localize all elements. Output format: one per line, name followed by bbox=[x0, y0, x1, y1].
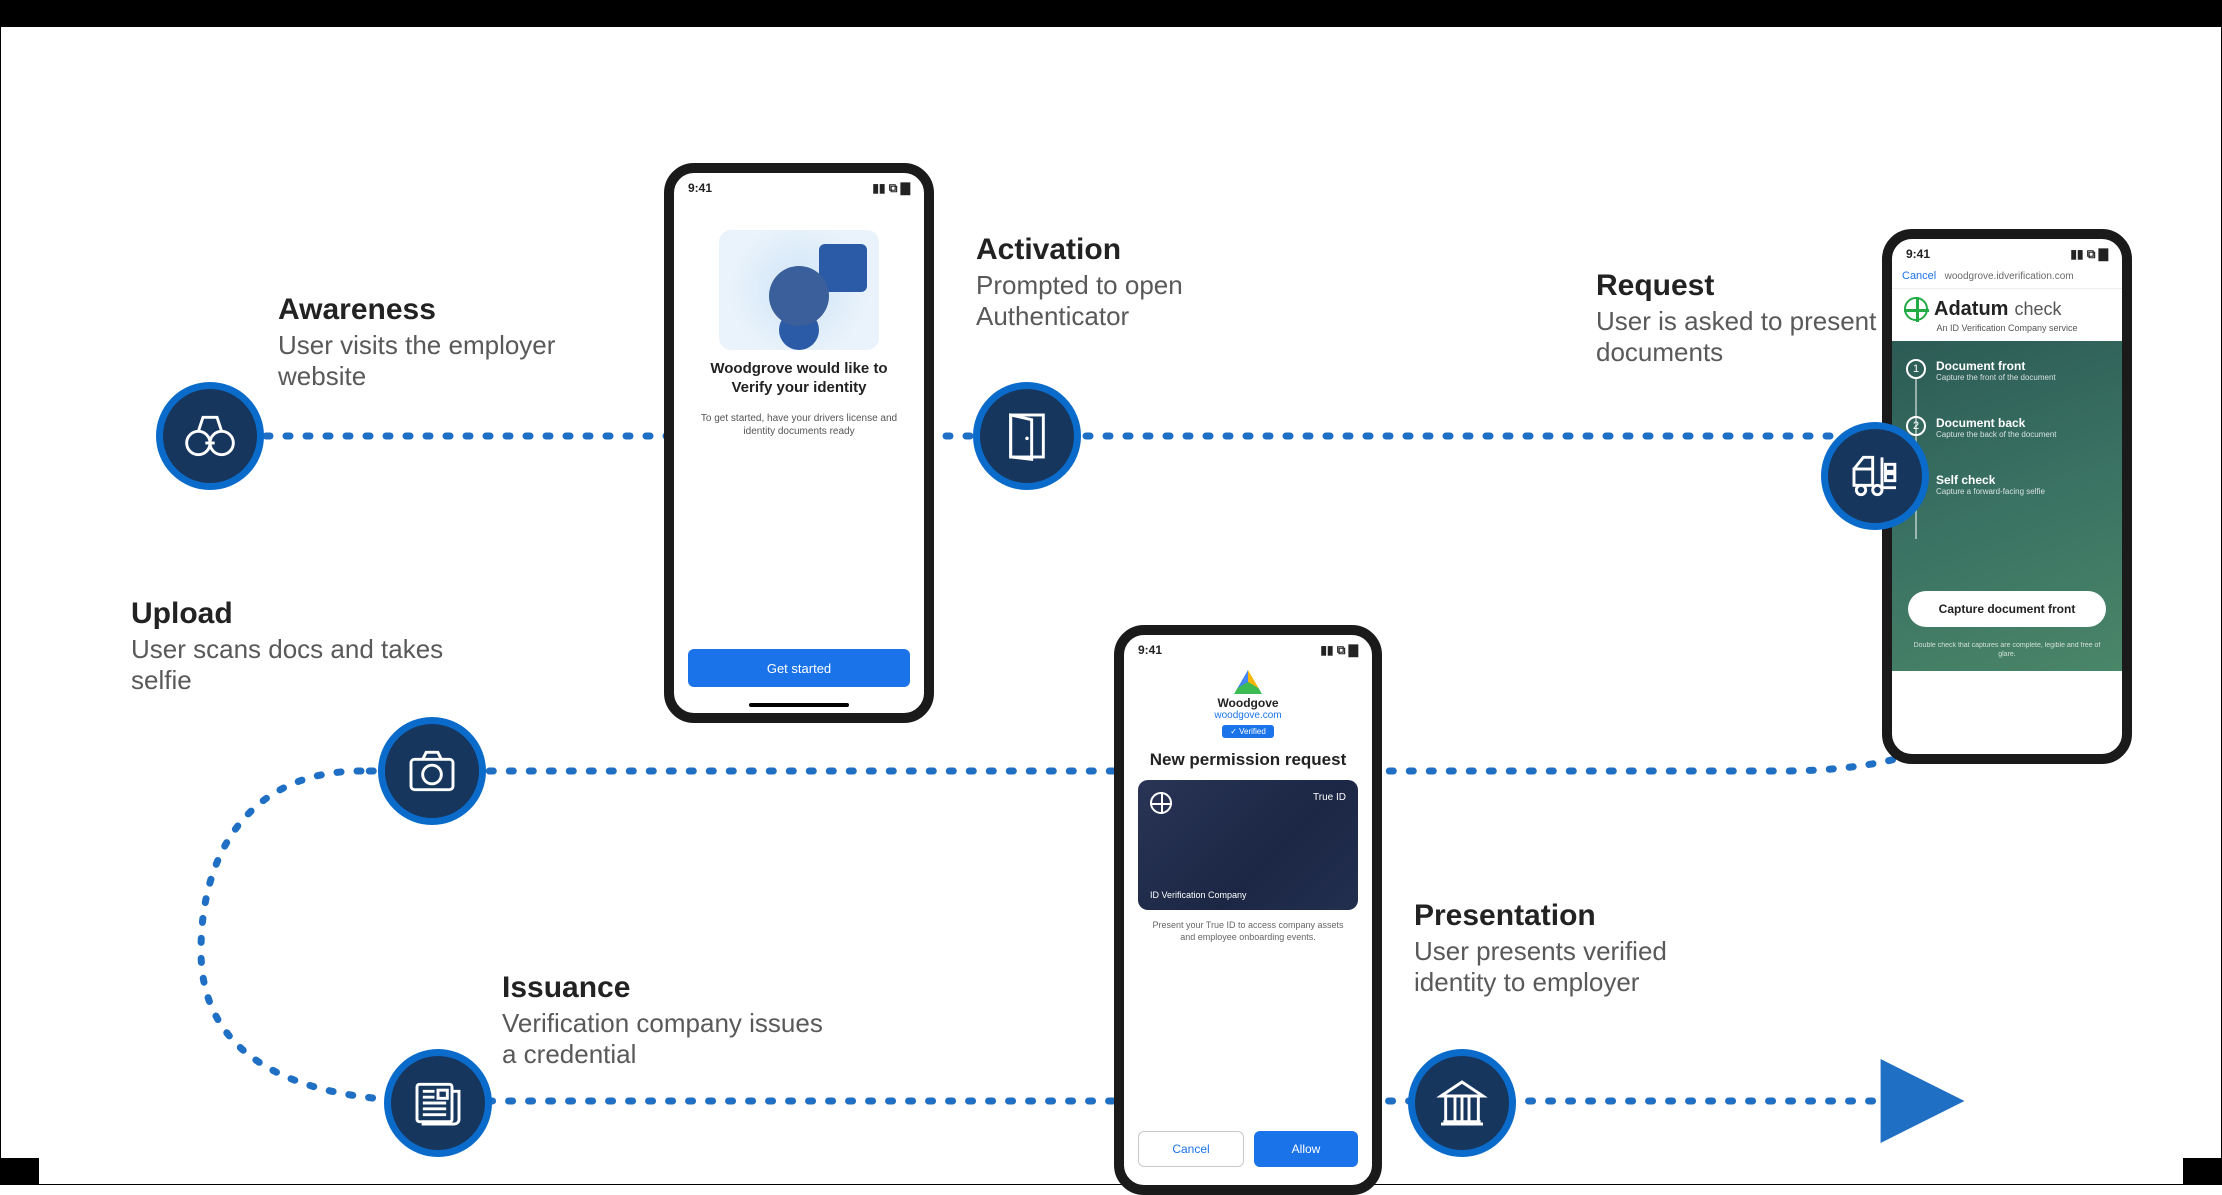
step-title: Document front bbox=[1936, 359, 2056, 373]
step-title: Awareness bbox=[278, 293, 608, 328]
adatum-suffix: check bbox=[2014, 299, 2061, 320]
status-indicators: ▮▮ ⧉ ▇ bbox=[1320, 643, 1358, 658]
step-desc: Verification company issues a credential bbox=[502, 1008, 832, 1070]
step-desc: Capture a forward-facing selfie bbox=[1936, 487, 2045, 496]
browser-cancel-button[interactable]: Cancel bbox=[1902, 270, 1936, 282]
step-presentation-label: Presentation User presents verified iden… bbox=[1414, 899, 1744, 998]
adatum-title: Adatum check bbox=[1892, 289, 2122, 323]
step-desc: Capture the front of the document bbox=[1936, 373, 2056, 382]
binoculars-icon bbox=[182, 408, 238, 464]
adatum-steps-panel: 1 Document front Capture the front of th… bbox=[1892, 341, 2122, 671]
step-desc: User scans docs and takes selfie bbox=[131, 634, 461, 696]
woodgrove-logo-icon bbox=[1234, 670, 1262, 694]
globe-icon bbox=[1904, 297, 1928, 321]
perm-hint: Present your True ID to access company a… bbox=[1124, 910, 1372, 953]
globe-icon bbox=[1150, 792, 1172, 814]
step-title: Request bbox=[1596, 269, 1926, 304]
awareness-icon bbox=[156, 382, 264, 490]
home-indicator bbox=[749, 703, 849, 707]
corner-marker-right bbox=[2183, 1158, 2221, 1184]
newspaper-icon bbox=[410, 1075, 466, 1131]
step-title: Presentation bbox=[1414, 899, 1744, 934]
capture-front-button[interactable]: Capture document front bbox=[1908, 591, 2106, 627]
step-desc: User is asked to present documents bbox=[1596, 306, 1926, 368]
status-indicators: ▮▮ ⧉ ▇ bbox=[872, 181, 910, 196]
perm-button-row: Cancel Allow bbox=[1138, 1131, 1358, 1167]
step-number: 1 bbox=[1906, 359, 1926, 379]
status-time: 9:41 bbox=[1138, 643, 1162, 658]
status-indicators: ▮▮ ⧉ ▇ bbox=[2070, 247, 2108, 262]
browser-url: woodgrove.idverification.com bbox=[1945, 271, 2074, 282]
adatum-step-3: 3 Self check Capture a forward-facing se… bbox=[1906, 473, 2108, 496]
adatum-brand: Adatum bbox=[1934, 298, 2008, 321]
get-started-button[interactable]: Get started bbox=[688, 649, 910, 687]
corner-marker-left bbox=[1, 1158, 39, 1184]
step-desc: User visits the employer website bbox=[278, 330, 608, 392]
adatum-fineprint: Double check that captures are complete,… bbox=[1892, 642, 2122, 659]
status-bar: 9:41 ▮▮ ⧉ ▇ bbox=[1124, 635, 1372, 662]
step-title: Document back bbox=[1936, 416, 2057, 430]
status-time: 9:41 bbox=[1906, 247, 1930, 262]
browser-url-bar: Cancel woodgrove.idverification.com bbox=[1892, 266, 2122, 289]
adatum-step-1: 1 Document front Capture the front of th… bbox=[1906, 359, 2108, 382]
adatum-step-2: 2 Document back Capture the back of the … bbox=[1906, 416, 2108, 439]
bank-icon bbox=[1434, 1075, 1490, 1131]
camera-icon bbox=[404, 743, 460, 799]
status-bar: 9:41 ▮▮ ⧉ ▇ bbox=[1892, 239, 2122, 266]
step-title: Issuance bbox=[502, 971, 832, 1006]
request-icon bbox=[1821, 422, 1929, 530]
phone-identity-screen: 9:41 ▮▮ ⧉ ▇ Woodgrove would like to Veri… bbox=[664, 163, 934, 723]
identity-sub: To get started, have your drivers licens… bbox=[674, 398, 924, 438]
upload-icon bbox=[378, 717, 486, 825]
perm-brand: Woodgove bbox=[1124, 696, 1372, 710]
step-activation-label: Activation Prompted to open Authenticato… bbox=[976, 233, 1306, 332]
credential-card: True ID ID Verification Company bbox=[1138, 780, 1358, 910]
verified-badge: ✓ Verified bbox=[1222, 725, 1274, 738]
step-desc: Capture the back of the document bbox=[1936, 430, 2057, 439]
step-request-label: Request User is asked to present documen… bbox=[1596, 269, 1926, 368]
step-desc: User presents verified identity to emplo… bbox=[1414, 936, 1744, 998]
card-issuer: ID Verification Company bbox=[1150, 890, 1247, 900]
step-issuance-label: Issuance Verification company issues a c… bbox=[502, 971, 832, 1070]
presentation-icon bbox=[1408, 1049, 1516, 1157]
phone-permission-screen: 9:41 ▮▮ ⧉ ▇ Woodgove woodgove.com ✓ Veri… bbox=[1114, 625, 1382, 1195]
step-desc: Prompted to open Authenticator bbox=[976, 270, 1306, 332]
step-title: Activation bbox=[976, 233, 1306, 268]
identity-illustration bbox=[719, 230, 879, 350]
door-icon bbox=[999, 408, 1055, 464]
identity-headline: Woodgrove would like to Verify your iden… bbox=[674, 360, 924, 398]
forklift-icon bbox=[1847, 448, 1903, 504]
adatum-sub: An ID Verification Company service bbox=[1892, 323, 2122, 341]
issuance-icon bbox=[384, 1049, 492, 1157]
top-black-bar bbox=[1, 1, 2221, 27]
step-upload-label: Upload User scans docs and takes selfie bbox=[131, 597, 461, 696]
allow-button[interactable]: Allow bbox=[1254, 1131, 1358, 1167]
card-label: True ID bbox=[1313, 792, 1346, 803]
step-awareness-label: Awareness User visits the employer websi… bbox=[278, 293, 608, 392]
status-time: 9:41 bbox=[688, 181, 712, 196]
perm-domain: woodgove.com bbox=[1124, 710, 1372, 721]
step-title: Upload bbox=[131, 597, 461, 632]
step-title: Self check bbox=[1936, 473, 2045, 487]
activation-icon bbox=[973, 382, 1081, 490]
perm-headline: New permission request bbox=[1124, 742, 1372, 780]
cancel-button[interactable]: Cancel bbox=[1138, 1131, 1244, 1167]
status-bar: 9:41 ▮▮ ⧉ ▇ bbox=[674, 173, 924, 200]
